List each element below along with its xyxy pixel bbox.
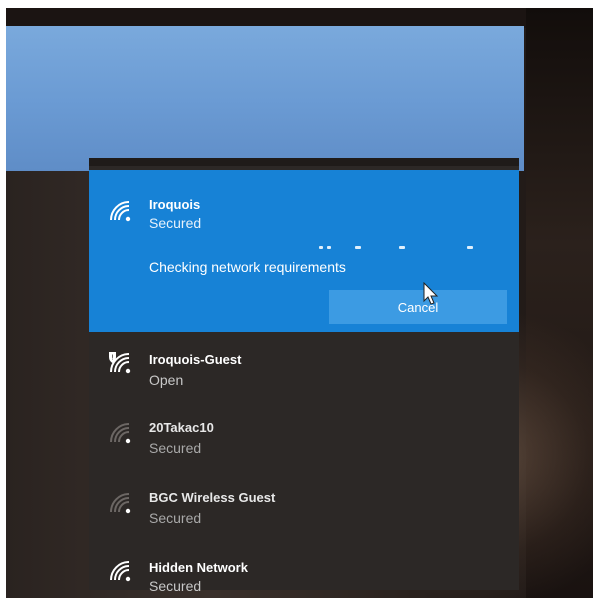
- network-flyout: Iroquois Secured Checking network requir…: [89, 158, 519, 594]
- wifi-weak-icon: [107, 420, 135, 446]
- network-name: 20Takac10: [149, 420, 214, 435]
- connection-status-text: Checking network requirements: [149, 259, 346, 275]
- wifi-open-shield-icon: !: [107, 350, 135, 376]
- wifi-secured-icon: [107, 198, 135, 224]
- cancel-button[interactable]: Cancel: [329, 290, 507, 324]
- network-item-hidden-network[interactable]: Hidden Network Secured: [89, 544, 519, 601]
- network-item-iroquois-guest[interactable]: ! Iroquois-Guest Open: [89, 336, 519, 404]
- network-status: Secured: [149, 440, 202, 456]
- network-status: Secured: [149, 510, 202, 526]
- network-name: Iroquois-Guest: [149, 352, 242, 367]
- svg-text:!: !: [111, 354, 114, 362]
- network-item-iroquois[interactable]: Iroquois Secured Checking network requir…: [89, 170, 519, 332]
- connecting-progress-indicator: [319, 246, 489, 252]
- network-item-20takac10[interactable]: 20Takac10 Secured: [89, 404, 519, 472]
- wifi-weak-icon: [107, 490, 135, 516]
- network-status: Open: [149, 372, 184, 388]
- screen-bezel: [6, 8, 593, 28]
- wifi-secured-icon: [107, 558, 135, 584]
- mouse-cursor-icon: [422, 281, 440, 306]
- network-name: BGC Wireless Guest: [149, 490, 276, 505]
- network-name: Iroquois: [149, 197, 201, 212]
- desktop-background: [6, 26, 524, 171]
- network-status: Secured: [149, 215, 202, 231]
- network-status: Secured: [149, 578, 202, 594]
- network-name: Hidden Network: [149, 560, 248, 575]
- network-item-bgc-wireless-guest[interactable]: BGC Wireless Guest Secured: [89, 474, 519, 542]
